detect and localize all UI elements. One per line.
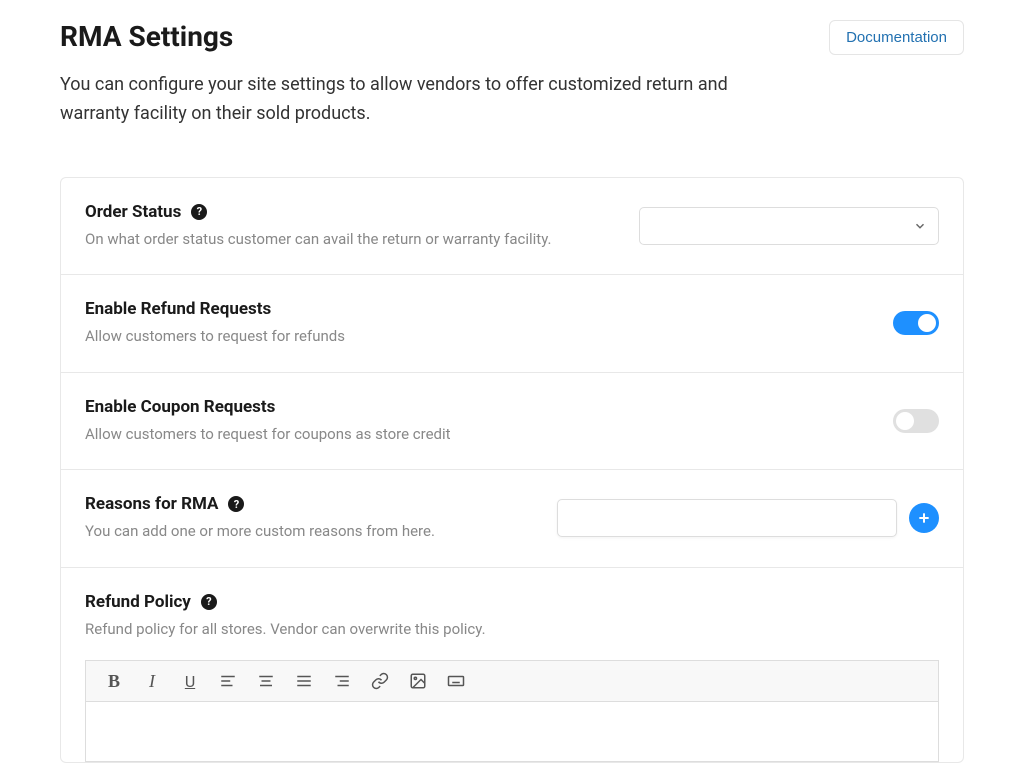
toggle-knob (918, 314, 936, 332)
rma-reasons-title: Reasons for RMA (85, 494, 218, 514)
setting-row-order-status: Order Status ? On what order status cust… (61, 178, 963, 276)
coupon-requests-desc: Allow customers to request for coupons a… (85, 423, 555, 446)
refund-requests-title: Enable Refund Requests (85, 299, 271, 319)
refund-policy-title: Refund Policy (85, 592, 191, 612)
rma-reason-input[interactable] (557, 499, 897, 537)
help-icon[interactable]: ? (201, 594, 217, 610)
coupon-requests-title: Enable Coupon Requests (85, 397, 275, 417)
align-left-icon[interactable] (218, 671, 238, 691)
keyboard-icon[interactable] (446, 671, 466, 691)
align-right-icon[interactable] (332, 671, 352, 691)
editor-toolbar: B I U (85, 660, 939, 702)
setting-row-coupon-requests: Enable Coupon Requests Allow customers t… (61, 373, 963, 471)
refund-requests-toggle[interactable] (893, 311, 939, 335)
toggle-knob (896, 412, 914, 430)
order-status-desc: On what order status customer can avail … (85, 228, 555, 251)
image-icon[interactable] (408, 671, 428, 691)
setting-row-rma-reasons: Reasons for RMA ? You can add one or mor… (61, 470, 963, 568)
help-icon[interactable]: ? (191, 204, 207, 220)
refund-policy-desc: Refund policy for all stores. Vendor can… (85, 618, 939, 641)
align-justify-icon[interactable] (294, 671, 314, 691)
page-subtitle: You can configure your site settings to … (60, 71, 760, 129)
italic-icon[interactable]: I (142, 671, 162, 691)
refund-policy-editor: B I U (85, 660, 939, 762)
setting-row-refund-policy: Refund Policy ? Refund policy for all st… (61, 568, 963, 763)
underline-icon[interactable]: U (180, 671, 200, 691)
order-status-select[interactable] (639, 207, 939, 245)
documentation-button[interactable]: Documentation (829, 20, 964, 55)
bold-icon[interactable]: B (104, 671, 124, 691)
settings-panel: Order Status ? On what order status cust… (60, 177, 964, 764)
refund-policy-textarea[interactable] (85, 702, 939, 762)
align-center-icon[interactable] (256, 671, 276, 691)
rma-reasons-desc: You can add one or more custom reasons f… (85, 520, 555, 543)
page-title: RMA Settings (60, 20, 233, 53)
setting-row-refund-requests: Enable Refund Requests Allow customers t… (61, 275, 963, 373)
coupon-requests-toggle[interactable] (893, 409, 939, 433)
link-icon[interactable] (370, 671, 390, 691)
refund-requests-desc: Allow customers to request for refunds (85, 325, 555, 348)
plus-icon (916, 510, 932, 526)
help-icon[interactable]: ? (228, 496, 244, 512)
order-status-title: Order Status (85, 202, 181, 222)
add-reason-button[interactable] (909, 503, 939, 533)
